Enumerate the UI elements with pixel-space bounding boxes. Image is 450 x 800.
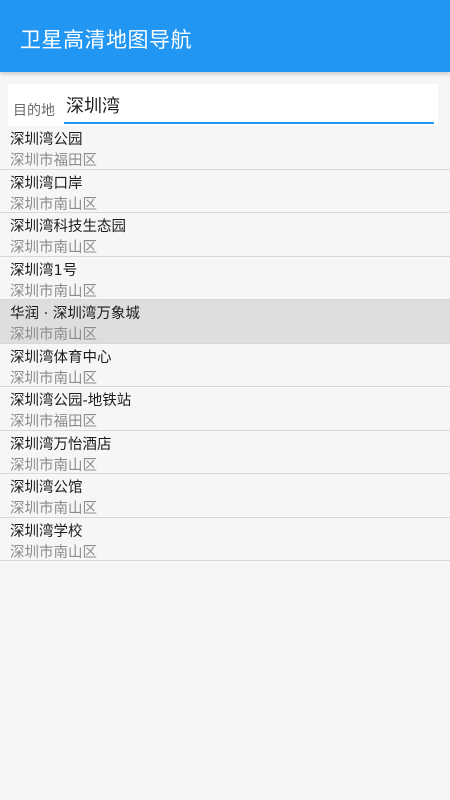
- app-title: 卫星高清地图导航: [20, 28, 192, 52]
- suggestion-item[interactable]: 深圳湾万怡酒店 深圳市南山区: [0, 430, 450, 474]
- input-underline: [64, 122, 434, 124]
- suggestion-area: 深圳市南山区: [10, 544, 97, 561]
- suggestion-area: 深圳市福田区: [10, 153, 97, 169]
- suggestion-area: 深圳市南山区: [10, 327, 97, 343]
- suggestion-list: 深圳湾公园 深圳市福田区 深圳湾口岸 深圳市南山区 深圳湾科技生态园 深圳市南山区 深圳湾1…: [0, 126, 450, 561]
- suggestion-item[interactable]: 深圳湾科技生态园 深圳市南山区: [0, 213, 450, 257]
- destination-input[interactable]: [64, 90, 434, 120]
- suggestion-name: 深圳湾口岸: [10, 175, 83, 192]
- suggestion-name: 深圳湾1号: [10, 262, 78, 279]
- suggestion-name: 华润 · 深圳湾万象城: [10, 306, 140, 322]
- suggestion-item[interactable]: 华润 · 深圳湾万象城 深圳市南山区: [0, 300, 450, 344]
- suggestion-name: 深圳湾公园: [10, 132, 83, 148]
- suggestion-item[interactable]: 深圳湾体育中心 深圳市南山区: [0, 343, 450, 387]
- suggestion-name: 深圳湾学校: [10, 523, 83, 540]
- suggestion-name: 深圳湾公园-地铁站: [10, 393, 132, 409]
- suggestion-name: 深圳湾万怡酒店: [10, 436, 112, 453]
- suggestion-area: 深圳市南山区: [10, 457, 97, 474]
- destination-label: 目的地: [13, 103, 55, 119]
- suggestion-area: 深圳市福田区: [10, 414, 97, 430]
- suggestion-item[interactable]: 深圳湾1号深圳市南山区: [0, 256, 450, 300]
- suggestion-name: 深圳湾科技生态园: [10, 219, 126, 235]
- app-bar: 卫星高清地图导航: [0, 0, 450, 72]
- suggestion-item[interactable]: 深圳湾学校深圳市南山区: [0, 517, 450, 561]
- suggestion-area: 深圳市南山区: [10, 283, 97, 300]
- destination-search-box: 目的地: [8, 84, 438, 132]
- suggestion-area: 深圳市南山区: [10, 240, 97, 256]
- suggestion-area: 深圳市南山区: [10, 501, 97, 517]
- suggestion-area: 深圳市南山区: [10, 196, 97, 213]
- suggestion-item[interactable]: 深圳湾公馆深圳市南山区: [0, 474, 450, 518]
- suggestion-item[interactable]: 深圳湾公园深圳市福田区: [0, 126, 450, 170]
- suggestion-item[interactable]: 深圳湾口岸深圳市南山区: [0, 169, 450, 213]
- suggestion-item[interactable]: 深圳湾公园-地铁站 深圳市福田区: [0, 387, 450, 431]
- suggestion-area: 深圳市南山区: [10, 370, 97, 387]
- suggestion-name: 深圳湾体育中心: [10, 349, 112, 366]
- suggestion-name: 深圳湾公馆: [10, 480, 83, 496]
